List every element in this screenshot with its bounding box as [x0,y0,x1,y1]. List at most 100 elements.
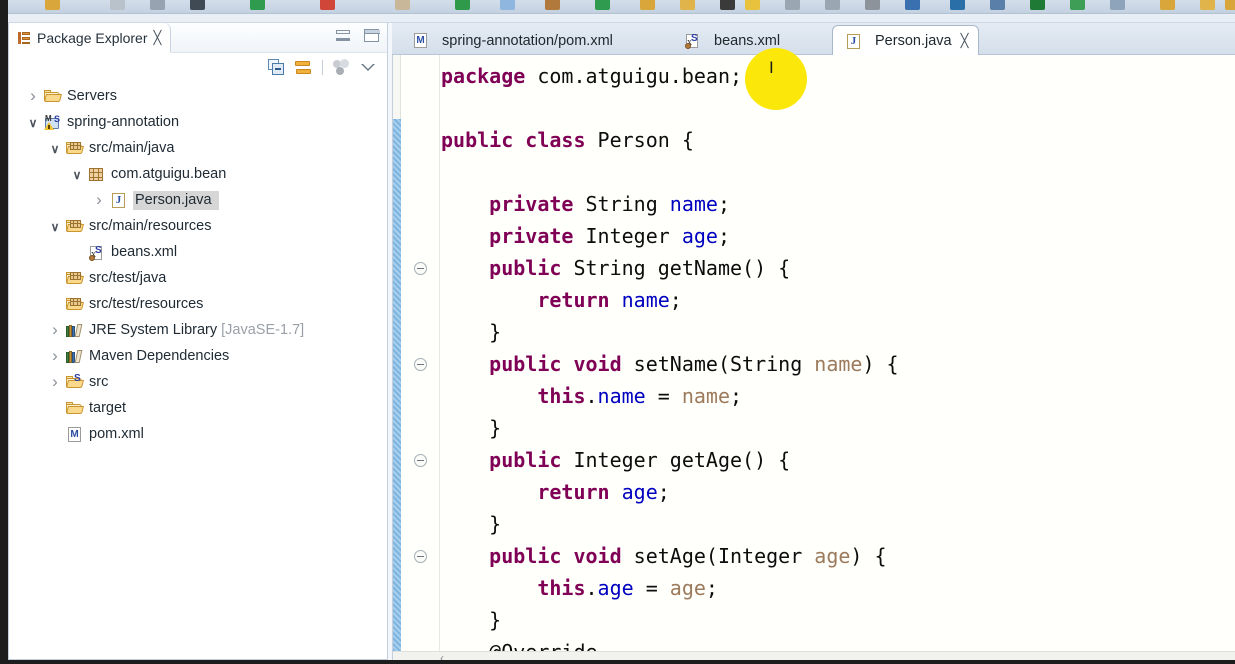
tree-item-servers[interactable]: Servers [9,83,387,109]
collapse-all-icon[interactable] [268,58,285,76]
yellow-folder-icon[interactable] [680,0,695,10]
tree-item-src[interactable]: Ssrc [9,369,387,395]
chevron-down-icon[interactable] [23,115,43,130]
search-icon[interactable] [990,0,1005,10]
import-icon[interactable] [950,0,965,10]
note-icon[interactable] [500,0,515,10]
editor-tab-spring-annotation-pom-xml[interactable]: Mspring-annotation/pom.xml [400,26,624,55]
debug-run-icon[interactable] [455,0,470,10]
green-shape-icon[interactable] [1030,0,1045,10]
fold-collapse-icon[interactable] [414,358,427,371]
code-token: } [441,320,502,344]
maven-spring-project-icon: MS [43,114,62,131]
fold-collapse-icon[interactable] [414,454,427,467]
chevron-right-icon[interactable] [89,190,109,210]
package-icon[interactable] [545,0,560,10]
link-with-editor-icon[interactable] [295,59,312,76]
package-explorer-tab-row: Package Explorer ╳ [9,23,387,53]
maximize-icon[interactable] [364,29,380,42]
fold-collapse-icon[interactable] [414,262,427,275]
editor-tab-beans-xml[interactable]: xS beans.xml [672,26,791,55]
chevron-down-icon[interactable] [45,219,65,234]
table-alt-icon[interactable] [150,0,165,10]
chevron-right-icon[interactable] [23,86,43,106]
spring-xml-file-icon: xS [89,244,102,261]
tree-item-spring-annotation[interactable]: MS spring-annotation [9,109,387,135]
code-line: private Integer age; [441,220,1235,252]
minus-icon[interactable] [395,0,410,10]
chevron-right-icon[interactable] [45,346,65,366]
code-token: ; [730,384,743,408]
source-folder-icon [65,270,84,287]
chevron-down-icon[interactable] [67,167,87,182]
maven-pom-icon: M [65,426,84,443]
tree-item-target[interactable]: target [9,395,387,421]
tree-item-src-test-resources[interactable]: src/test/resources [9,291,387,317]
blue-arrow-icon[interactable] [905,0,920,10]
package-explorer-tab[interactable]: Package Explorer ╳ [9,23,172,53]
code-token: public [441,448,574,472]
code-token: Integer getAge() { [573,448,791,472]
list-icon[interactable] [785,0,800,10]
ruler-icon[interactable] [1160,0,1175,10]
vertical-scrollbar-thumb[interactable] [393,119,401,651]
chevron-down-icon[interactable] [45,141,65,156]
package-explorer-view: Package Explorer ╳ ServersMSsprin [8,23,388,660]
editor-folding-gutter[interactable] [402,55,440,651]
spring-xml-file-icon: xS [683,32,702,49]
flag2-icon[interactable] [1225,0,1235,10]
tree-item-pom-xml[interactable]: Mpom.xml [9,421,387,447]
run-green-icon[interactable] [595,0,610,10]
tree-item-beans-xml[interactable]: x S beans.xml [9,239,387,265]
editor-tab-person-java[interactable]: J Person.java ╳ [832,25,980,56]
code-token: name [814,352,863,376]
editor-vertical-ruler[interactable] [393,55,401,651]
tree-item-name: beans.xml [111,244,178,260]
minimize-icon[interactable] [336,29,350,41]
tree-item-jre-system-library[interactable]: JRE System Library [JavaSE-1.7] [9,317,387,343]
code-token: package [441,64,538,88]
focus-on-active-task-icon[interactable] [333,58,350,76]
code-token: ; [705,576,718,600]
table-icon[interactable] [110,0,125,10]
tree-item-com-atguigu-bean[interactable]: com.atguigu.bean [9,161,387,187]
highlight-icon[interactable] [745,0,760,10]
main-toolbar[interactable] [0,0,1235,14]
code-line: public class Person { [441,124,1235,156]
refresh-icon[interactable] [1070,0,1085,10]
view-window-controls [336,29,380,42]
project-tree[interactable]: ServersMSspring-annotationsrc/main/java c… [9,81,387,657]
tree-item-src-main-java[interactable]: src/main/java [9,135,387,161]
package-explorer-icon [17,31,31,45]
tree-item-label: com.atguigu.bean [111,166,226,182]
folder-icon[interactable] [45,0,60,10]
tree-item-person-java[interactable]: J Person.java [9,187,387,213]
fold-collapse-icon[interactable] [414,550,427,563]
tree-item-src-test-java[interactable]: src/test/java [9,265,387,291]
code-line: this.age = age; [441,572,1235,604]
close-icon[interactable]: ╳ [154,30,162,46]
tree-item-name: src/test/java [89,270,167,286]
source-code[interactable]: package com.atguigu.bean; public class P… [441,55,1235,651]
window-icon[interactable] [1110,0,1125,10]
code-line: } [441,508,1235,540]
flag-icon[interactable] [1200,0,1215,10]
stop-icon[interactable] [320,0,335,10]
triangle-down-icon[interactable] [865,0,880,10]
columns-icon[interactable] [825,0,840,10]
tree-item-src-main-resources[interactable]: src/main/resources [9,213,387,239]
chevron-right-icon[interactable] [45,372,65,392]
open-folder-icon[interactable] [640,0,655,10]
tree-item-label: Maven Dependencies [89,348,229,364]
java-editor[interactable]: package com.atguigu.bean; public class P… [392,55,1235,664]
chevron-right-icon[interactable] [45,320,65,340]
view-menu-icon[interactable] [360,59,377,76]
code-token: public void [441,544,634,568]
pencil-icon[interactable] [720,0,735,10]
filter-icon[interactable] [190,0,205,10]
run-icon[interactable] [250,0,265,10]
java-file-icon: J [109,192,128,209]
close-icon[interactable]: ╳ [961,33,969,49]
tree-item-maven-dependencies[interactable]: Maven Dependencies [9,343,387,369]
tree-item-name: Person.java [135,191,212,208]
